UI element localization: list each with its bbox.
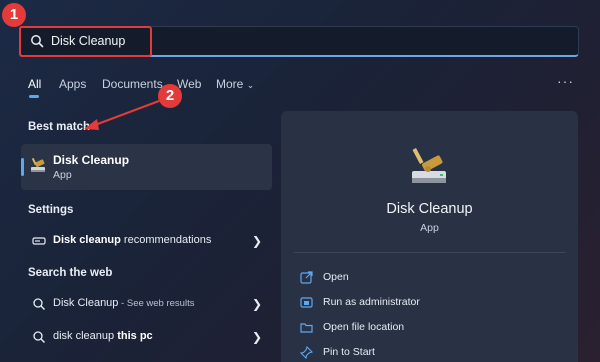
tab-apps[interactable]: Apps	[59, 77, 86, 91]
chevron-right-icon: ❯	[251, 234, 262, 248]
selection-indicator	[21, 158, 24, 176]
best-match-result[interactable]: Disk Cleanup App	[21, 144, 272, 190]
action-pin-to-start-label: Pin to Start	[323, 346, 375, 358]
disk-cleanup-icon	[412, 147, 446, 183]
chevron-right-icon: ❯	[251, 297, 262, 311]
storage-icon	[32, 237, 46, 245]
action-open-file-location-label: Open file location	[323, 321, 405, 333]
chevron-right-icon: ❯	[251, 330, 262, 344]
search-web-heading: Search the web	[28, 267, 113, 279]
best-match-heading: Best match	[28, 121, 90, 133]
best-match-title: Disk Cleanup	[53, 153, 130, 167]
tab-more[interactable]: More ⌄	[216, 77, 254, 91]
tab-active-indicator	[29, 95, 39, 98]
web-result-2-text: disk cleanup	[53, 330, 115, 342]
more-options-button[interactable]: ···	[557, 73, 574, 89]
web-result-2-suffix: this pc	[114, 330, 153, 342]
callout-highlight-box	[19, 26, 152, 57]
disk-cleanup-icon	[31, 157, 45, 172]
tab-all[interactable]: All	[28, 77, 41, 91]
settings-result-bold: Disk cleanup	[53, 234, 121, 246]
settings-heading: Settings	[28, 204, 74, 216]
app-preview-panel: Disk Cleanup App Open Run as administrat…	[281, 111, 578, 362]
search-icon	[33, 298, 45, 310]
action-run-as-admin-label: Run as administrator	[323, 296, 420, 308]
tab-web[interactable]: Web	[177, 77, 201, 91]
settings-result-rest: recommendations	[120, 234, 212, 246]
panel-divider	[294, 252, 566, 253]
pin-icon	[300, 346, 313, 359]
tab-more-label: More	[216, 77, 244, 91]
web-result-1[interactable]: Disk Cleanup - See web results ❯	[28, 293, 272, 315]
web-result-1-text: Disk Cleanup	[53, 297, 119, 309]
admin-shield-icon	[300, 297, 313, 308]
tab-documents[interactable]: Documents	[102, 77, 163, 91]
panel-app-subtitle: App	[420, 222, 439, 234]
open-external-icon	[300, 271, 313, 284]
web-result-1-hint: - See web results	[118, 298, 195, 309]
web-result-2[interactable]: disk cleanup this pc ❯	[28, 326, 272, 348]
action-open-label: Open	[323, 271, 349, 283]
panel-app-title: Disk Cleanup	[386, 201, 473, 217]
folder-icon	[300, 323, 313, 333]
search-icon	[33, 331, 45, 343]
chevron-down-icon: ⌄	[246, 80, 255, 90]
callout-badge-1: 1	[2, 3, 26, 27]
settings-result-disk-cleanup[interactable]: Disk cleanup recommendations ❯	[28, 230, 272, 252]
best-match-subtitle: App	[53, 169, 72, 181]
